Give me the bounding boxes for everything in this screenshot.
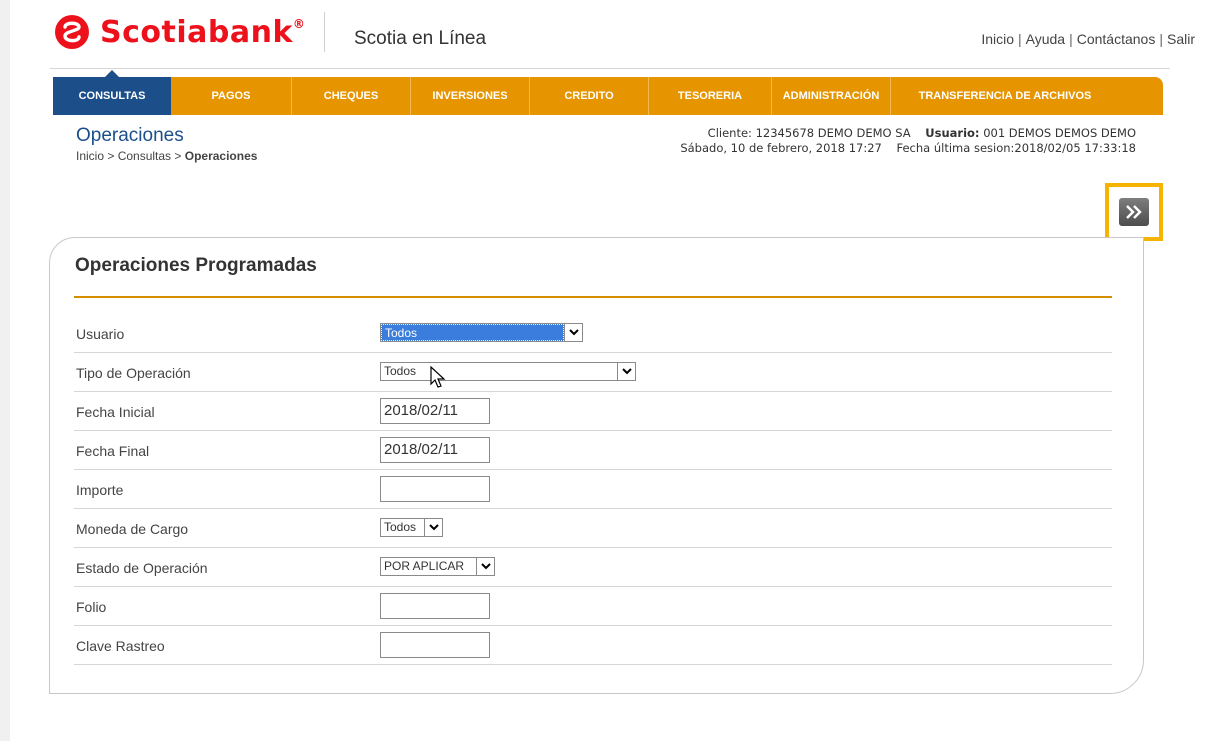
usuario-label: Usuario:: [925, 126, 980, 140]
page-title: Operaciones: [76, 125, 184, 146]
cliente-value: 12345678 DEMO DEMO SA: [755, 126, 911, 140]
breadcrumb-trail[interactable]: Inicio > Consultas >: [76, 149, 185, 163]
page: Scotiabank® Scotia en Línea Inicio | Ayuda…: [10, 0, 1215, 741]
form-row-moneda-cargo: Moneda de Cargo Todos: [74, 509, 1112, 548]
fecha-inicial-input[interactable]: 2018/02/11: [380, 398, 490, 424]
form-row-fecha-final: Fecha Final 2018/02/11: [74, 431, 1112, 470]
chevron-down-icon: [424, 519, 442, 536]
scotiabank-logo[interactable]: Scotiabank®: [54, 14, 305, 50]
moneda-cargo-select-value: Todos: [384, 520, 417, 534]
moneda-cargo-select[interactable]: Todos: [380, 518, 443, 537]
clave-rastreo-input[interactable]: [380, 632, 490, 658]
moneda-cargo-label: Moneda de Cargo: [76, 521, 189, 537]
scotiabank-s-icon: [55, 15, 89, 49]
registered-mark: ®: [292, 16, 306, 31]
expand-highlight-frame: [1105, 183, 1163, 241]
usuario-select[interactable]: Todos: [380, 323, 583, 342]
double-chevron-right-icon: [1126, 205, 1142, 219]
link-separator: |: [1018, 31, 1022, 47]
usuario-value: 001 DEMOS DEMOS DEMO: [983, 126, 1136, 140]
clave-rastreo-label: Clave Rastreo: [76, 638, 165, 654]
last-session-label: Fecha última sesion:: [896, 141, 1015, 155]
fecha-final-label: Fecha Final: [76, 443, 150, 459]
cliente-label: Cliente:: [707, 126, 752, 140]
brand-name: Scotiabank®: [100, 14, 306, 50]
nav-cheques[interactable]: CHEQUES: [292, 77, 411, 115]
panel-title: Operaciones Programadas: [75, 255, 317, 276]
fecha-final-input[interactable]: 2018/02/11: [380, 437, 490, 463]
folio-label: Folio: [76, 599, 107, 615]
link-separator: |: [1069, 31, 1073, 47]
form-row-usuario: Usuario Todos: [74, 314, 1112, 353]
chevron-down-icon: [476, 558, 494, 575]
form-row-importe: Importe: [74, 470, 1112, 509]
link-separator: |: [1159, 31, 1163, 47]
importe-label: Importe: [76, 482, 124, 498]
filter-form: Usuario Todos Tipo de Operación Todos Fe…: [74, 314, 1112, 665]
nav-tesoreria[interactable]: TESORERIA: [649, 77, 772, 115]
operaciones-programadas-panel: Operaciones Programadas Usuario Todos Ti…: [49, 237, 1144, 694]
header-divider: [324, 12, 325, 52]
tipo-operacion-select-value: Todos: [384, 364, 417, 378]
mouse-pointer-icon: [430, 366, 446, 388]
chevron-down-icon: [617, 363, 635, 380]
nav-pagos[interactable]: PAGOS: [171, 77, 292, 115]
panel-title-rule: [74, 296, 1112, 298]
top-links: Inicio | Ayuda | Contáctanos | Salir: [981, 31, 1195, 47]
form-row-clave-rastreo: Clave Rastreo: [74, 626, 1112, 665]
nav-consultas[interactable]: CONSULTAS: [53, 70, 171, 115]
tipo-operacion-select[interactable]: Todos: [380, 362, 636, 381]
breadcrumb-current: Operaciones: [184, 149, 258, 163]
form-row-estado-operacion: Estado de Operación POR APLICAR: [74, 548, 1112, 587]
estado-operacion-select-value: POR APLICAR: [384, 559, 465, 573]
estado-operacion-label: Estado de Operación: [76, 560, 208, 576]
usuario-label: Usuario: [76, 326, 125, 342]
usuario-select-value: Todos: [381, 324, 564, 341]
nav-transferencia-archivos[interactable]: TRANSFERENCIA DE ARCHIVOS: [891, 77, 1119, 115]
importe-input[interactable]: [380, 476, 490, 502]
form-row-tipo-operacion: Tipo de Operación Todos: [74, 353, 1112, 392]
active-caret: [105, 70, 119, 77]
estado-operacion-select[interactable]: POR APLICAR: [380, 557, 495, 576]
link-ayuda[interactable]: Ayuda: [1026, 31, 1065, 47]
session-date: Sábado, 10 de febrero, 2018 17:27: [680, 141, 882, 155]
nav-administracion[interactable]: ADMINISTRACIÓN: [772, 77, 891, 115]
form-row-fecha-inicial: Fecha Inicial 2018/02/11: [74, 392, 1112, 431]
fecha-inicial-label: Fecha Inicial: [76, 404, 155, 420]
main-nav: CONSULTAS PAGOS CHEQUES INVERSIONES CRED…: [53, 70, 1163, 115]
form-row-folio: Folio: [74, 587, 1112, 626]
product-name: Scotia en Línea: [354, 28, 487, 49]
tipo-operacion-label: Tipo de Operación: [76, 365, 191, 381]
nav-inversiones[interactable]: INVERSIONES: [411, 77, 530, 115]
link-contactanos[interactable]: Contáctanos: [1077, 31, 1156, 47]
expand-button[interactable]: [1119, 198, 1149, 226]
link-salir[interactable]: Salir: [1167, 31, 1195, 47]
last-session-value: 2018/02/05 17:33:18: [1014, 141, 1136, 155]
link-inicio[interactable]: Inicio: [981, 31, 1014, 47]
nav-credito[interactable]: CREDITO: [530, 77, 649, 115]
chevron-down-icon: [564, 324, 582, 341]
session-info: Cliente: 12345678 DEMO DEMO SA Usuario: …: [680, 126, 1136, 156]
breadcrumb: Inicio > Consultas > Operaciones: [76, 149, 257, 163]
folio-input[interactable]: [380, 593, 490, 619]
header-divider-line: [50, 68, 1170, 69]
